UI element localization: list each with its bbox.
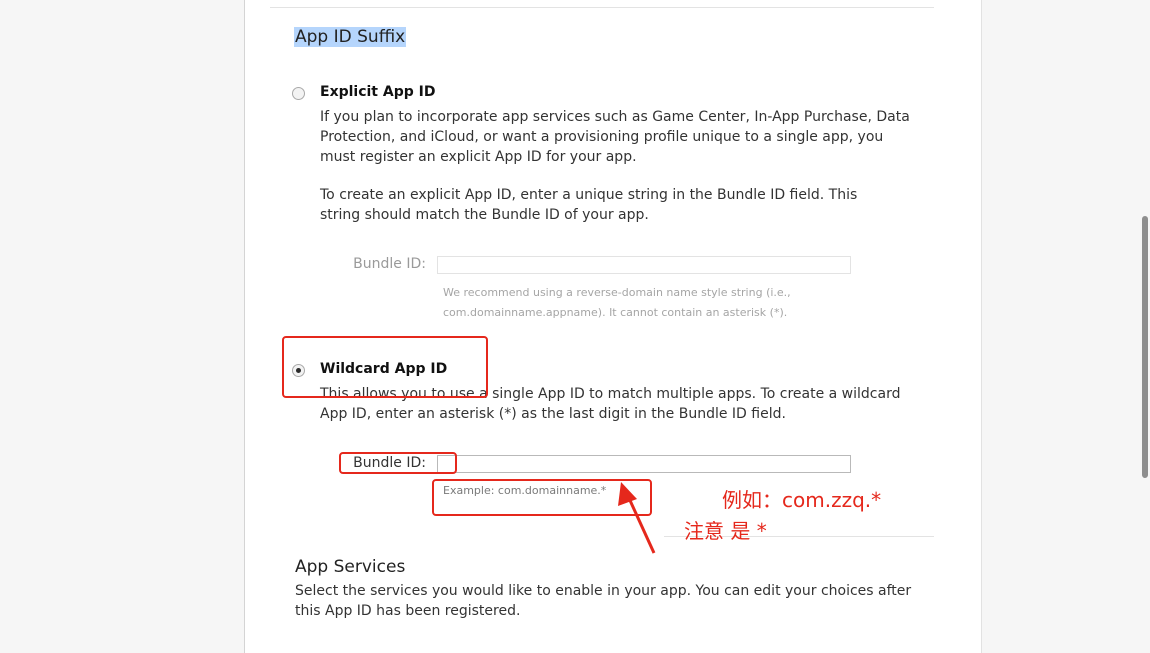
section-title-app-id-suffix: App ID Suffix xyxy=(294,27,407,47)
wildcard-app-id-label[interactable]: Wildcard App ID xyxy=(320,361,447,377)
explicit-bundle-id-input[interactable] xyxy=(437,256,851,274)
wildcard-app-id-radio[interactable] xyxy=(292,364,305,377)
top-divider xyxy=(270,7,934,8)
wildcard-bundle-id-example: Example: com.domainname.* xyxy=(443,484,607,497)
wildcard-app-id-description: This allows you to use a single App ID t… xyxy=(320,386,901,422)
explicit-bundle-id-label: Bundle ID: xyxy=(353,256,426,272)
radio-selected-dot xyxy=(296,368,301,373)
annotation-note-text: 注意 是 * xyxy=(684,519,767,543)
explicit-app-id-radio[interactable] xyxy=(292,87,305,100)
explicit-bundle-id-hint: We recommend using a reverse-domain name… xyxy=(443,286,791,319)
scrollbar-thumb[interactable] xyxy=(1142,216,1148,478)
wildcard-bundle-id-label: Bundle ID: xyxy=(353,455,426,471)
app-services-description: Select the services you would like to en… xyxy=(295,583,912,619)
explicit-app-id-description: If you plan to incorporate app services … xyxy=(320,109,910,165)
explicit-app-id-instruction: To create an explicit App ID, enter a un… xyxy=(320,187,858,223)
explicit-app-id-label[interactable]: Explicit App ID xyxy=(320,84,435,100)
wildcard-bundle-id-input[interactable] xyxy=(437,455,851,473)
annotation-example-text: 例如：com.zzq.* xyxy=(722,488,882,512)
section-title-app-services: App Services xyxy=(295,557,406,577)
